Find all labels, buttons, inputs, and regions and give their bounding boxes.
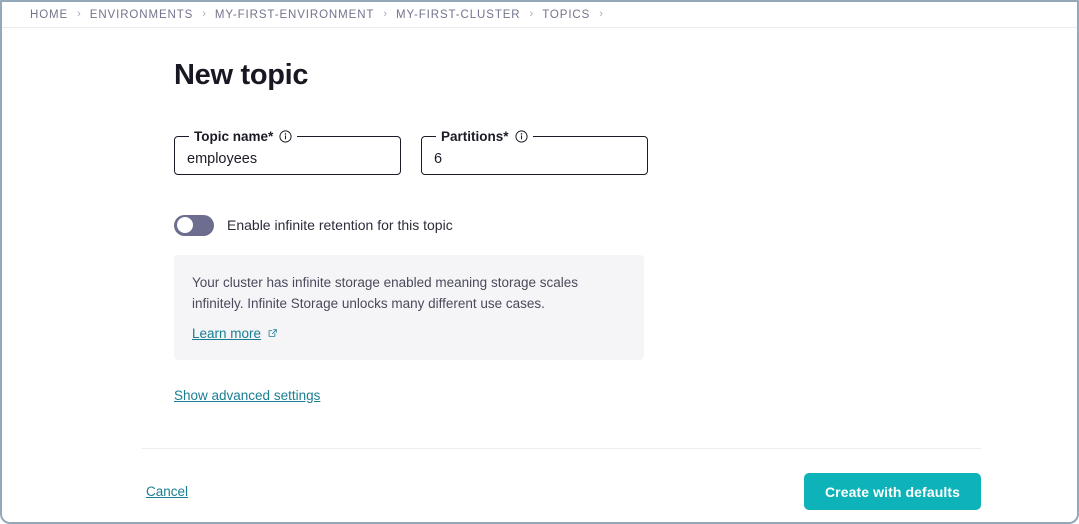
partitions-field[interactable]: Partitions* [421, 128, 648, 175]
topic-name-field[interactable]: Topic name* [174, 128, 401, 175]
breadcrumb: HOME › ENVIRONMENTS › MY-FIRST-ENVIRONME… [2, 2, 1077, 28]
info-panel-text: Your cluster has infinite storage enable… [192, 274, 578, 311]
info-circle-icon[interactable] [279, 130, 292, 143]
breadcrumb-item-my-first-cluster[interactable]: MY-FIRST-CLUSTER [396, 9, 521, 21]
partitions-label: Partitions* [436, 129, 533, 144]
app-window: HOME › ENVIRONMENTS › MY-FIRST-ENVIRONME… [0, 0, 1079, 524]
partitions-label-text: Partitions* [441, 128, 509, 144]
infinite-storage-info-panel: Your cluster has infinite storage enable… [174, 254, 644, 360]
topic-name-label: Topic name* [189, 129, 297, 144]
topic-name-label-text: Topic name* [194, 128, 274, 144]
learn-more-link[interactable]: Learn more [192, 326, 278, 341]
breadcrumb-item-environments[interactable]: ENVIRONMENTS [90, 9, 193, 21]
infinite-retention-toggle-row: Enable infinite retention for this topic [174, 214, 1077, 236]
breadcrumb-item-home[interactable]: HOME [30, 9, 68, 21]
learn-more-label: Learn more [192, 325, 262, 341]
info-circle-icon[interactable] [514, 130, 528, 143]
infinite-retention-toggle-label: Enable infinite retention for this topic [227, 217, 453, 234]
show-advanced-settings-link[interactable]: Show advanced settings [174, 388, 320, 403]
breadcrumb-separator-icon: › [599, 8, 603, 20]
breadcrumb-separator-icon: › [77, 8, 81, 20]
cancel-link[interactable]: Cancel [146, 484, 188, 499]
breadcrumb-item-topics[interactable]: TOPICS [542, 9, 590, 21]
page-body: New topic Topic name* employees Partitio… [2, 28, 1077, 522]
breadcrumb-item-my-first-environment[interactable]: MY-FIRST-ENVIRONMENT [215, 9, 374, 21]
breadcrumb-separator-icon: › [202, 8, 206, 20]
partitions-input[interactable] [434, 150, 635, 167]
external-link-icon [267, 328, 278, 339]
toggle-knob [177, 217, 193, 234]
create-with-defaults-button[interactable]: Create with defaults [803, 473, 981, 510]
topic-name-input[interactable] [187, 150, 388, 167]
form-content: New topic Topic name* employees Partitio… [2, 28, 1077, 405]
form-fields-row: Topic name* Partitions* [174, 128, 1077, 175]
breadcrumb-separator-icon: › [529, 8, 534, 20]
breadcrumb-separator-icon: › [383, 8, 387, 20]
infinite-retention-toggle[interactable] [174, 214, 214, 236]
page-title: New topic [174, 59, 309, 91]
form-footer: Cancel Create with defaults [142, 448, 981, 510]
